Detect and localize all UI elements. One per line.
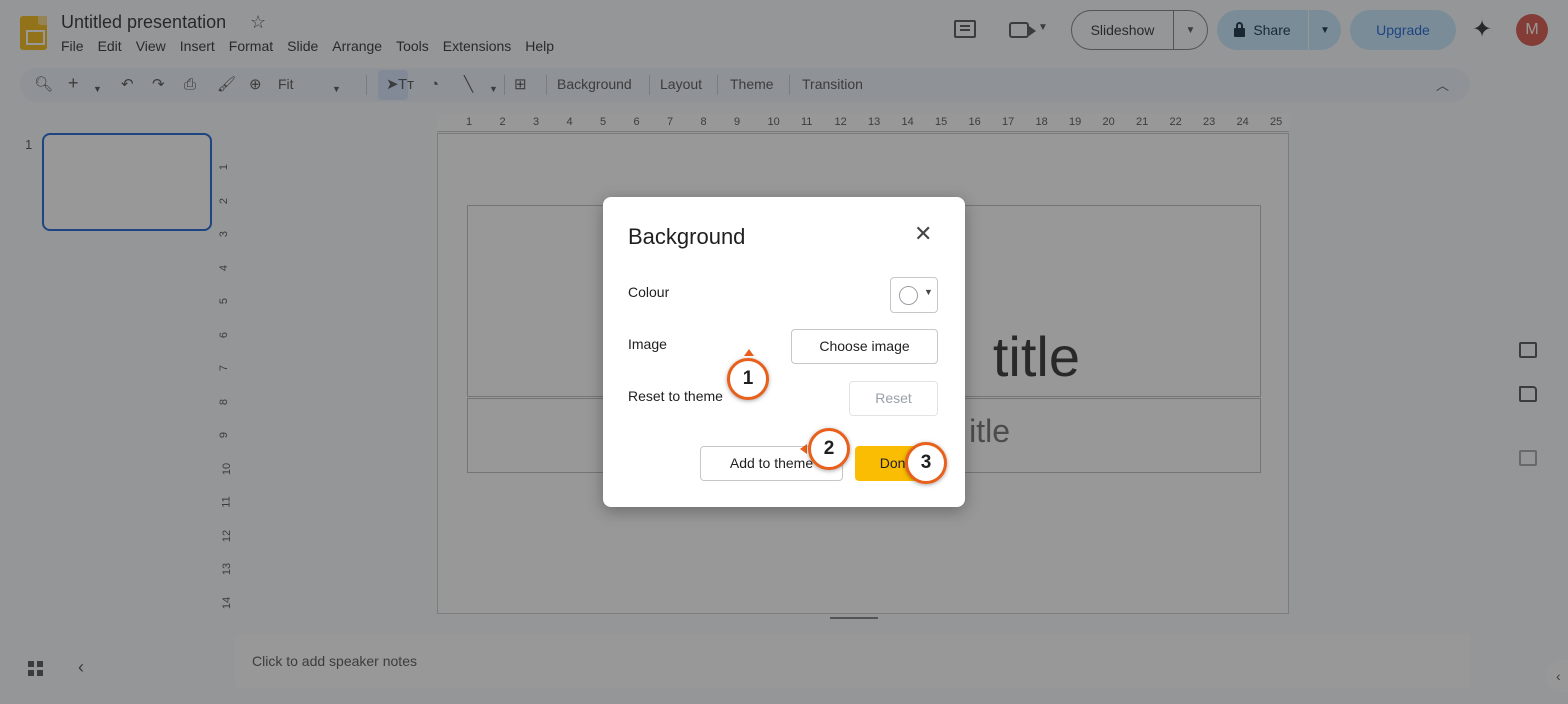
- image-label: Image: [628, 336, 667, 352]
- close-icon[interactable]: ✕: [914, 223, 932, 245]
- colour-label: Colour: [628, 284, 670, 300]
- dialog-title: Background: [628, 224, 746, 249]
- marker-1-pointer: [744, 349, 754, 356]
- colour-swatch: [899, 286, 918, 305]
- chevron-down-icon: ▼: [924, 287, 933, 297]
- step-marker-1: 1: [727, 358, 769, 400]
- step-marker-3: 3: [905, 442, 947, 484]
- reset-button[interactable]: Reset: [849, 381, 938, 416]
- step-marker-2: 2: [808, 428, 850, 470]
- marker-2-pointer: [800, 444, 807, 454]
- reset-to-theme-label: Reset to theme: [628, 388, 723, 404]
- colour-picker-button[interactable]: ▼: [890, 277, 938, 313]
- choose-image-button[interactable]: Choose image: [791, 329, 938, 364]
